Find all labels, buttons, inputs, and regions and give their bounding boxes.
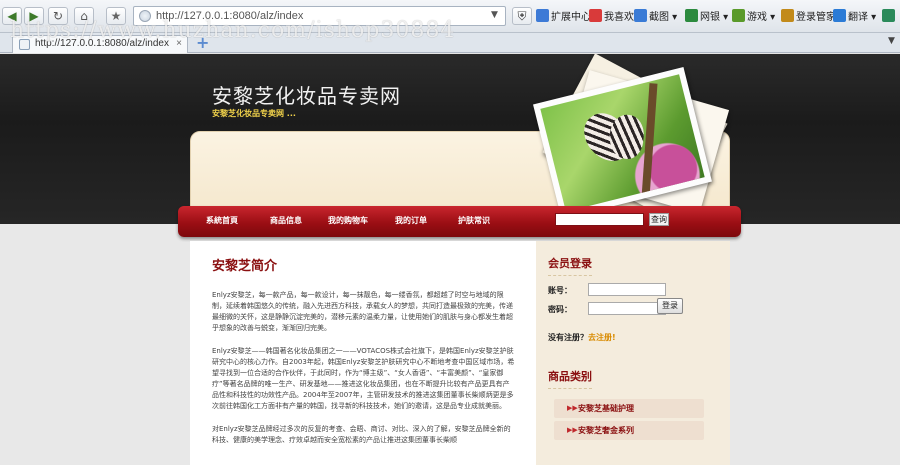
intro-paragraph-3: 对Enlyz安黎芝品牌经过多次的反复的考查、会晤、商讨、对比、深入的了解，安黎芝… (212, 425, 511, 444)
refresh-button[interactable]: ↻ (48, 7, 68, 25)
password-row: 密码： (548, 302, 666, 315)
tab-list-dropdown-icon[interactable]: ▼ (888, 36, 895, 46)
star-icon: ★ (110, 9, 122, 23)
register-line: 没有注册？去注册! (548, 332, 616, 343)
bank-icon (685, 9, 698, 22)
globe-icon (139, 10, 151, 22)
login-title: 会员登录 (548, 255, 592, 276)
address-bar[interactable]: http://127.0.0.1:8080/alz/index (133, 6, 506, 26)
nav-home[interactable]: 系統首頁 (206, 215, 238, 226)
arrow-right-icon: ▶▶ (567, 426, 578, 434)
forward-button[interactable]: ▶ (24, 7, 44, 25)
toolbar-login-manager[interactable]: 登录管家 (781, 9, 836, 25)
toolbar-extension-center[interactable]: 扩展中心 (536, 9, 591, 25)
address-text: http://127.0.0.1:8080/alz/index (156, 10, 304, 22)
main-nav: 系統首頁 商品信息 我的购物车 我的订单 护肤常识 查询 (178, 206, 741, 237)
nav-orders[interactable]: 我的订单 (395, 215, 427, 226)
password-label: 密码： (548, 305, 572, 314)
more-icon (882, 9, 895, 22)
content-area: 安黎芝简介 Enlyz安黎芝，每一款产品，每一款设计，每一抹靓色，每一缕香氛，都… (190, 241, 730, 465)
back-icon: ◀ (7, 9, 17, 23)
translate-icon (833, 9, 846, 22)
intro-section: 安黎芝简介 Enlyz安黎芝，每一款产品，每一款设计，每一抹靓色，每一缕香氛，都… (190, 241, 536, 465)
site-title: 安黎芝化妆品专卖网 (212, 84, 401, 108)
register-prompt: 没有注册？ (548, 333, 588, 342)
nav-products[interactable]: 商品信息 (270, 215, 302, 226)
close-tab-icon[interactable]: × (176, 36, 182, 52)
home-icon: ⌂ (80, 9, 88, 23)
category-luxury-gold[interactable]: ▶▶ 安黎芝奢金系列 (554, 421, 704, 440)
shield-icon: ⛨ (517, 9, 527, 23)
browser-toolbar: ◀ ▶ ↻ ⌂ ★ http://127.0.0.1:8080/alz/inde… (0, 0, 900, 33)
intro-title: 安黎芝简介 (212, 259, 278, 274)
category-title: 商品类别 (548, 368, 592, 389)
key-icon (781, 9, 794, 22)
heart-icon (589, 9, 602, 22)
tab-index[interactable]: http://127.0.0.1:8080/alz/index × (12, 35, 188, 53)
intro-paragraph-1: Enlyz安黎芝，每一款产品，每一款设计，每一抹靓色，每一缕香氛，都超越了时空与… (212, 291, 513, 332)
site-subtitle: 安黎芝化妆品专卖网 ... (212, 109, 296, 118)
gamepad-icon (732, 9, 745, 22)
nav-skincare-tips[interactable]: 护肤常识 (458, 215, 490, 226)
toolbar-bank[interactable]: 网银 ▾ (685, 9, 728, 25)
nav-cart[interactable]: 我的购物车 (328, 215, 368, 226)
web-page: 安黎芝化妆品专卖网 安黎芝化妆品专卖网 ... 系統首頁 商品信息 我的购物车 … (0, 54, 900, 465)
back-button[interactable]: ◀ (2, 7, 22, 25)
intro-paragraph-2: Enlyz安黎芝——韩国著名化妆品集团之一——VOTACOS株式会社旗下，是韩国… (212, 347, 515, 410)
arrow-right-icon: ▶▶ (567, 404, 578, 412)
category-basic-care[interactable]: ▶▶ 安黎芝基础护理 (554, 399, 704, 418)
account-row: 账号： (548, 283, 666, 296)
register-link[interactable]: 去注册! (588, 333, 616, 342)
account-label: 账号： (548, 286, 572, 295)
refresh-icon: ↻ (52, 9, 64, 23)
shield-button[interactable]: ⛨ (512, 7, 532, 25)
search-button[interactable]: 查询 (649, 213, 669, 226)
tab-title: http://127.0.0.1:8080/alz/index (35, 38, 169, 49)
toolbar-screenshot[interactable]: 截图 ▾ (634, 9, 677, 25)
account-input[interactable] (588, 283, 666, 296)
search-input[interactable] (555, 213, 644, 226)
toolbar-translate[interactable]: 翻译 ▾ (833, 9, 876, 25)
favorites-button[interactable]: ★ (106, 7, 126, 25)
scissors-icon (634, 9, 647, 22)
login-button[interactable]: 登录 (657, 298, 683, 314)
toolbar-favorites[interactable]: 我喜欢 (589, 9, 634, 25)
toolbar-games[interactable]: 游戏 ▾ (732, 9, 775, 25)
toolbar-more[interactable] (882, 9, 897, 25)
tab-strip: http://127.0.0.1:8080/alz/index × + ▼ (0, 33, 900, 53)
sidebar: 会员登录 账号： 密码： 登录 没有注册？去注册! 商品类别 ▶▶ 安黎芝基础护… (536, 241, 730, 465)
home-button[interactable]: ⌂ (74, 7, 94, 25)
extension-icon (536, 9, 549, 22)
password-input[interactable] (588, 302, 666, 315)
forward-icon: ▶ (29, 9, 39, 23)
page-favicon-icon (19, 39, 30, 50)
new-tab-button[interactable]: + (196, 34, 209, 52)
address-dropdown-icon[interactable]: ▼ (487, 7, 502, 23)
